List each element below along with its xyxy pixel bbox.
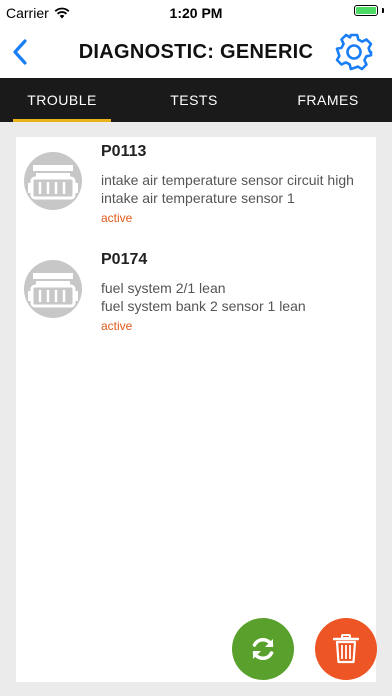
refresh-button[interactable]	[232, 618, 294, 680]
battery-tip	[382, 8, 384, 13]
refresh-icon	[252, 638, 274, 660]
engine-module-icon	[24, 260, 82, 318]
description-line: fuel system 2/1 lean	[101, 280, 226, 296]
tab-bar: TROUBLE TESTS FRAMES	[0, 78, 392, 122]
settings-button[interactable]	[334, 32, 374, 72]
tab-frames[interactable]: FRAMES	[264, 78, 392, 122]
trouble-description: intake air temperature sensor circuit hi…	[101, 171, 354, 207]
list-item[interactable]: P0174 fuel system 2/1 lean fuel system b…	[16, 245, 376, 355]
nav-bar: DIAGNOSTIC: GENERIC	[0, 26, 392, 78]
status-time: 1:20 PM	[169, 5, 223, 21]
delete-button[interactable]	[315, 618, 377, 680]
status-badge: active	[101, 319, 133, 333]
description-line: intake air temperature sensor circuit hi…	[101, 172, 354, 188]
trash-icon	[333, 634, 359, 664]
trouble-code: P0174	[101, 251, 148, 268]
status-right	[354, 5, 384, 16]
description-line: fuel system bank 2 sensor 1 lean	[101, 298, 306, 314]
list-item[interactable]: P0113 intake air temperature sensor circ…	[16, 137, 376, 247]
status-badge: active	[101, 211, 133, 225]
trouble-description: fuel system 2/1 lean fuel system bank 2 …	[101, 279, 306, 315]
gear-icon	[335, 33, 373, 71]
status-bar: Carrier 1:20 PM	[0, 0, 392, 26]
trouble-code-list: P0113 intake air temperature sensor circ…	[16, 137, 376, 682]
battery-icon	[354, 5, 378, 16]
engine-module-icon	[24, 152, 82, 210]
trouble-code: P0113	[101, 143, 147, 160]
tab-trouble[interactable]: TROUBLE	[0, 78, 124, 122]
content-area: P0113 intake air temperature sensor circ…	[0, 122, 392, 696]
tab-tests[interactable]: TESTS	[124, 78, 264, 122]
description-line: intake air temperature sensor 1	[101, 190, 295, 206]
